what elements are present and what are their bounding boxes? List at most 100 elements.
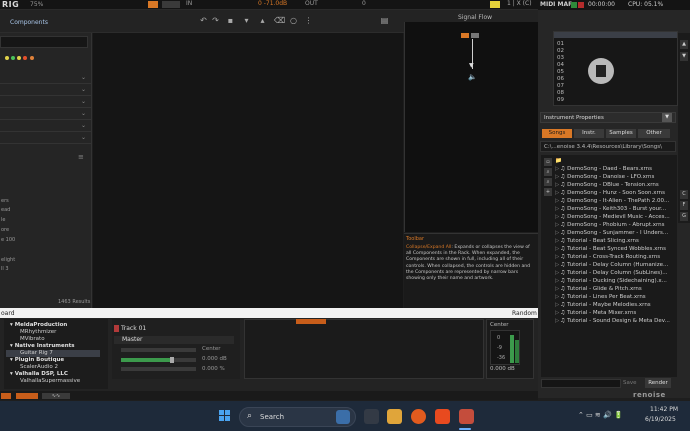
instrument-slot[interactable]: 05 — [557, 69, 564, 75]
taskbar-time[interactable]: 11:42 PM — [650, 406, 678, 413]
filter-row[interactable]: ⌄ — [0, 96, 92, 108]
save-icon[interactable]: ▪ — [226, 16, 235, 25]
file-explorer-icon[interactable] — [387, 409, 402, 424]
preset-item[interactable]: ead — [1, 207, 10, 213]
preset-item[interactable]: ll 3 — [1, 266, 9, 272]
plugin-item[interactable]: MRhythmizer — [20, 329, 56, 336]
top-right-controls[interactable]: 1 | X (C) — [507, 0, 532, 7]
signal-flow-toggle-icon[interactable]: ▤ — [380, 16, 389, 25]
chevron-down-icon[interactable]: ▼ — [662, 113, 672, 122]
file-row[interactable]: ▷♫ Tutorial - Meta Mixer.xrns — [555, 309, 675, 317]
file-row[interactable]: ▷♫ DemoSong - Sunjammer - I Unders... — [555, 229, 675, 237]
instrument-slot[interactable]: 08 — [557, 90, 564, 96]
file-row[interactable]: ▷♫ DemoSong - Hunz - Soon Soon.xrns — [555, 189, 675, 197]
plugin-vendor[interactable]: ▾ MeldaProduction — [10, 322, 67, 329]
preset-item[interactable]: ore — [1, 227, 9, 233]
status-button[interactable] — [1, 393, 11, 399]
collapse-icon[interactable]: ▾ — [242, 16, 251, 25]
add-icon[interactable]: + — [544, 188, 552, 196]
status-button[interactable] — [16, 393, 38, 399]
system-tray[interactable]: ⌃ ▭ ≋ 🔊 🔋 — [578, 411, 623, 419]
plugin-item[interactable]: Guitar Rig 7 — [20, 350, 53, 357]
instrument-list[interactable]: 00 01 02 03 04 05 06 07 08 09 — [553, 31, 678, 106]
file-row[interactable]: ▷♫ Tutorial - Beat Slicing.xrns — [555, 237, 675, 245]
taskbar-date[interactable]: 6/19/2025 — [645, 416, 676, 423]
preset-item[interactable]: le — [1, 217, 5, 223]
volume-slider-knob[interactable] — [170, 357, 174, 363]
guitar-rig-icon[interactable] — [459, 409, 474, 424]
device-chain-panel[interactable] — [244, 319, 484, 379]
windows-start-icon[interactable] — [219, 410, 231, 422]
instrument-slot[interactable]: 02 — [557, 48, 564, 54]
task-view-icon[interactable] — [364, 409, 379, 424]
file-row[interactable]: ▷♫ Tutorial - Glide & Pitch.xrns — [555, 285, 675, 293]
file-row[interactable]: ▷♫ Tutorial - Cross-Track Routing.xrns — [555, 253, 675, 261]
components-title[interactable]: Components — [10, 19, 48, 26]
save-filename-input[interactable] — [541, 379, 621, 388]
file-row[interactable]: ▷♫ DemoSong - Keith303 - Burst your... — [555, 205, 675, 213]
track-name[interactable]: Track 01 — [121, 325, 146, 332]
side-button-f[interactable]: F — [680, 201, 688, 210]
tab-instr[interactable]: Instr. — [574, 129, 604, 138]
filter-row[interactable]: ⌄ — [0, 84, 92, 96]
record-icon[interactable]: ○ — [289, 16, 298, 25]
filter-row[interactable]: ⌄ — [0, 120, 92, 132]
tab-other[interactable]: Other — [638, 129, 670, 138]
side-scroll-button[interactable]: ▼ — [680, 52, 688, 61]
random-button[interactable]: Random — [512, 310, 537, 317]
expand-icon[interactable]: ▴ — [258, 16, 267, 25]
side-button-g[interactable]: G — [680, 212, 688, 221]
search-icon[interactable]: ⌕ — [544, 178, 552, 186]
preset-item[interactable]: elight — [1, 257, 15, 263]
save-button[interactable]: Save — [623, 380, 637, 386]
tab-samples[interactable]: Samples — [606, 129, 636, 138]
plugin-item[interactable]: MVibrato — [20, 336, 45, 343]
filter-row[interactable]: ⌄ — [0, 72, 92, 84]
render-button[interactable]: Render — [645, 378, 671, 388]
redo-icon[interactable]: ↷ — [211, 16, 220, 25]
signal-module-node[interactable] — [471, 33, 479, 38]
plugin-vendor[interactable]: ▾ Native Instruments — [10, 343, 75, 350]
pan-slider[interactable] — [121, 348, 196, 352]
plugin-vendor[interactable]: ▾ Plugin Boutique — [10, 357, 64, 364]
trash-icon[interactable]: ⌫ — [274, 16, 285, 25]
firefox-icon[interactable] — [411, 409, 426, 424]
folder-icon[interactable]: ▫ — [544, 158, 552, 166]
preset-item[interactable]: ers — [1, 198, 9, 204]
side-scroll-button[interactable]: ▲ — [680, 40, 688, 49]
file-row[interactable]: ▷♫ Tutorial - Delay Column (SubLines)... — [555, 269, 675, 277]
parent-folder-row[interactable]: 📁 — [555, 157, 675, 165]
width-slider[interactable] — [121, 367, 196, 371]
instrument-slot[interactable]: 09 — [557, 97, 564, 103]
power-button[interactable] — [148, 1, 158, 8]
brave-icon[interactable] — [435, 409, 450, 424]
instrument-slot[interactable]: 04 — [557, 62, 564, 68]
plugin-item[interactable]: ValhallaSupermassive — [20, 378, 80, 385]
record-indicator[interactable] — [578, 2, 584, 8]
plugin-item[interactable]: ScalerAudio 2 — [20, 364, 58, 371]
master-volume-value[interactable]: 75% — [30, 1, 43, 8]
device-slot[interactable] — [296, 319, 326, 324]
file-row[interactable]: ▷♫ Tutorial - Delay Column (Humanize... — [555, 261, 675, 269]
instrument-slot[interactable]: 01 — [557, 41, 564, 47]
keyboard-label[interactable]: oard — [1, 310, 15, 317]
signal-input-node[interactable] — [461, 33, 469, 38]
undo-icon[interactable]: ↶ — [199, 16, 208, 25]
color-filter-yellow[interactable] — [5, 56, 9, 60]
file-row[interactable]: ▷♫ DemoSong - Medievil Music - Acces... — [555, 213, 675, 221]
plugin-vendor[interactable]: ▾ Valhalla DSP, LLC — [10, 371, 68, 378]
file-row[interactable]: ▷♫ DemoSong - Danoise - LFO.xrns — [555, 173, 675, 181]
rack-area[interactable] — [93, 33, 403, 308]
color-filter-orange[interactable] — [30, 56, 34, 60]
color-filter-green[interactable] — [11, 56, 15, 60]
file-row[interactable]: ▷♫ Tutorial - Maybe Melodies.xrns — [555, 301, 675, 309]
color-filter-yellow-2[interactable] — [17, 56, 21, 60]
search-icon[interactable]: ⌕ — [544, 168, 552, 176]
filter-row[interactable]: ⌄ — [0, 108, 92, 120]
preset-item[interactable]: e 100 — [1, 237, 15, 243]
side-button-c[interactable]: C — [680, 190, 688, 199]
instrument-slot[interactable]: 03 — [557, 55, 564, 61]
envelope-icon[interactable]: ∿∿ — [42, 393, 70, 399]
file-row[interactable]: ▷♫ DemoSong - DBlue - Tension.xrns — [555, 181, 675, 189]
components-search-input[interactable] — [0, 36, 88, 48]
